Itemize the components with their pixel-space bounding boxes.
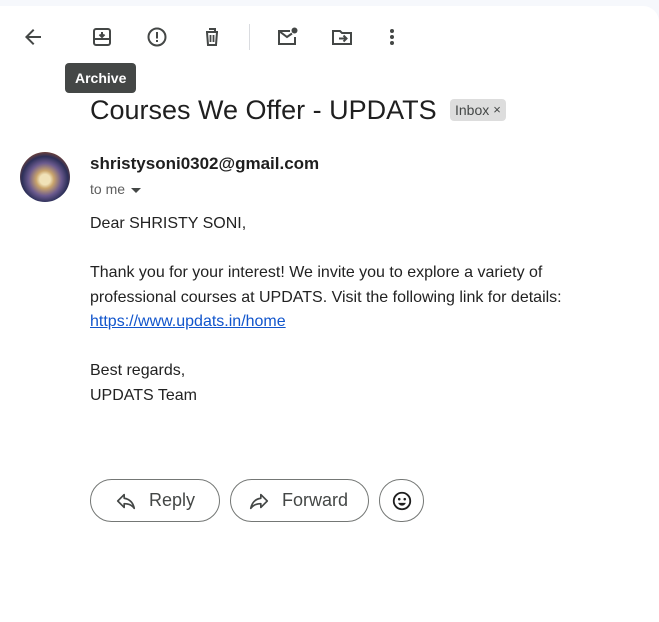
reply-icon xyxy=(116,493,136,509)
reply-button[interactable]: Reply xyxy=(90,479,220,522)
reply-label: Reply xyxy=(149,490,196,510)
archive-tooltip: Archive xyxy=(65,63,137,93)
move-to-button[interactable] xyxy=(324,19,360,55)
email-body: Dear SHRISTY SONI, Thank you for your in… xyxy=(90,212,630,408)
report-spam-icon xyxy=(147,27,167,47)
mark-unread-icon xyxy=(278,27,298,45)
forward-button[interactable]: Forward xyxy=(230,479,369,522)
closing: Best regards, xyxy=(90,362,186,379)
move-to-folder-icon xyxy=(332,30,352,45)
email-subject: Courses We Offer - UPDATS xyxy=(90,95,437,125)
emoji-reaction-button[interactable] xyxy=(379,479,424,522)
signature: UPDATS Team xyxy=(90,386,197,404)
body-line-2: professional courses at UPDATS. Visit th… xyxy=(90,288,562,306)
remove-label-button[interactable]: × xyxy=(493,99,501,121)
mark-unread-button[interactable] xyxy=(269,19,305,55)
toolbar-divider xyxy=(249,24,250,50)
greeting: Dear SHRISTY SONI, xyxy=(90,215,247,232)
more-options-button[interactable] xyxy=(374,19,410,55)
sender-email[interactable]: shristysoni0302@gmail.com xyxy=(90,154,319,174)
forward-icon xyxy=(249,493,269,509)
trash-icon xyxy=(206,28,218,46)
inbox-label-chip: Inbox × xyxy=(450,99,506,121)
recipient-details-toggle[interactable]: to me xyxy=(90,181,142,197)
delete-button[interactable] xyxy=(194,19,230,55)
body-line-1: Thank you for your interest! We invite y… xyxy=(90,264,543,281)
smiley-icon xyxy=(392,491,411,510)
caret-down-icon xyxy=(131,187,142,193)
more-vert-icon xyxy=(390,29,394,45)
recipient-text: to me xyxy=(90,181,126,197)
back-button[interactable] xyxy=(15,19,51,55)
updats-link[interactable]: https://www.updats.in/home xyxy=(90,313,286,330)
archive-button[interactable] xyxy=(84,19,120,55)
label-text: Inbox xyxy=(455,102,490,118)
forward-label: Forward xyxy=(282,490,349,510)
report-spam-button[interactable] xyxy=(139,19,175,55)
sender-avatar[interactable] xyxy=(20,152,70,202)
arrow-back-icon xyxy=(25,29,41,45)
archive-icon xyxy=(93,28,111,46)
